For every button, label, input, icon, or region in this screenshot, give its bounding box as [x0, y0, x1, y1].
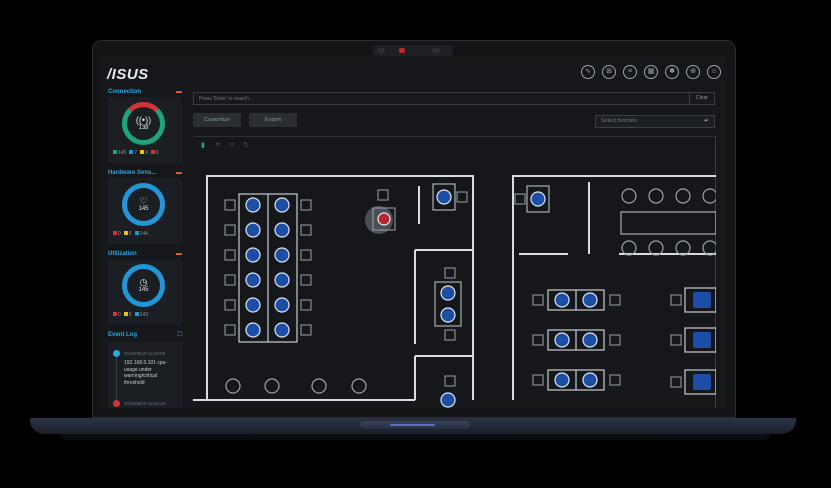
globe-icon[interactable]: ⊕	[686, 65, 700, 79]
event-dot	[113, 400, 120, 407]
ring-value: 138	[138, 125, 149, 131]
bar-chart-icon[interactable]: ▬	[176, 170, 182, 176]
utilization-widget[interactable]: Utilization ▬ ◷ 145 0 0 143	[108, 251, 182, 325]
event-time: 2019/09/10 14:10:00	[124, 351, 166, 356]
event-time: 2019/09/10 14:10:20	[124, 401, 166, 406]
camera-sensor-right	[432, 48, 440, 53]
search-placeholder: Press 'Enter' to search...	[199, 96, 254, 102]
zoom-tool-icon[interactable]: ⊙	[229, 141, 235, 149]
camera-indicator	[399, 48, 405, 53]
building-icon[interactable]: ▦	[644, 65, 658, 79]
widget-legend: 0 0 143	[113, 312, 148, 318]
graph-icon[interactable]: ∿	[581, 65, 595, 79]
workstation-cluster-left	[224, 193, 312, 343]
heart-icon: ♡	[139, 196, 148, 206]
event-dot	[113, 350, 120, 357]
event-log-title: Event Log	[108, 332, 138, 338]
customize-button[interactable]: Customize	[193, 113, 241, 127]
clear-button[interactable]: Clear	[689, 93, 714, 104]
bar-chart-icon[interactable]: ▬	[176, 251, 182, 257]
camera-bar	[373, 45, 453, 56]
wifi-icon: ((•))	[135, 115, 152, 125]
widget-legend: 0 0 144	[113, 231, 148, 237]
list-icon[interactable]: ≡	[623, 65, 637, 79]
alert-device-icon	[377, 212, 391, 226]
event-log[interactable]: Event Log ⛶ 2019/09/10 14:10:00 192.168.0…	[108, 332, 182, 408]
gauge-icon: ◷	[139, 277, 148, 287]
workstation-cluster-right	[532, 289, 621, 391]
user-icon[interactable]: ☺	[707, 65, 721, 79]
laptop-base-shadow	[60, 434, 770, 440]
expand-icon[interactable]: ⛶	[178, 332, 182, 339]
ring-value: 145	[138, 287, 149, 293]
search-input[interactable]: Press 'Enter' to search... Clear	[193, 92, 715, 105]
rotate-tool-icon[interactable]: ↻	[243, 141, 249, 149]
asus-logo: /ISUS	[107, 66, 149, 83]
widget-title: Hardware Sens...	[108, 170, 157, 176]
network-icon[interactable]: ⊞	[602, 65, 616, 79]
app-screen: /ISUS ∿ ⊞ ≡ ▦ ✱ ⊕ ☺ Connection ▬ ((•)) 13…	[101, 56, 727, 408]
hardware-sensor-widget[interactable]: Hardware Sens... ▬ ♡ 145 0 0 144	[108, 170, 182, 244]
camera-sensor-left	[377, 48, 385, 53]
event-text: 192.168.0.101 cpu-usage under warning/cr…	[124, 360, 168, 386]
bar-chart-icon[interactable]: ▬	[176, 89, 182, 95]
widget-legend: 145 7 0 6	[113, 150, 159, 156]
export-button[interactable]: Export	[249, 113, 297, 127]
map-toolbar: ▮ ✕ ⊙ ↻	[193, 136, 715, 165]
floor-plan[interactable]	[193, 164, 716, 408]
top-toolbar: ∿ ⊞ ≡ ▦ ✱ ⊕ ☺	[581, 65, 721, 79]
settings-icon[interactable]: ✱	[665, 65, 679, 79]
function-select[interactable]: Select function ↵	[595, 115, 715, 128]
ring-value: 145	[138, 206, 149, 212]
enter-icon: ↵	[704, 118, 709, 124]
select-tool-icon[interactable]: ▮	[201, 141, 205, 149]
widget-title: Utilization	[108, 251, 137, 257]
monitor-devices	[670, 287, 716, 395]
laptop-light-bar	[390, 424, 435, 426]
connection-widget[interactable]: Connection ▬ ((•)) 138 145 7 0 6	[108, 89, 182, 163]
widget-title: Connection	[108, 89, 141, 95]
move-tool-icon[interactable]: ✕	[215, 141, 221, 149]
